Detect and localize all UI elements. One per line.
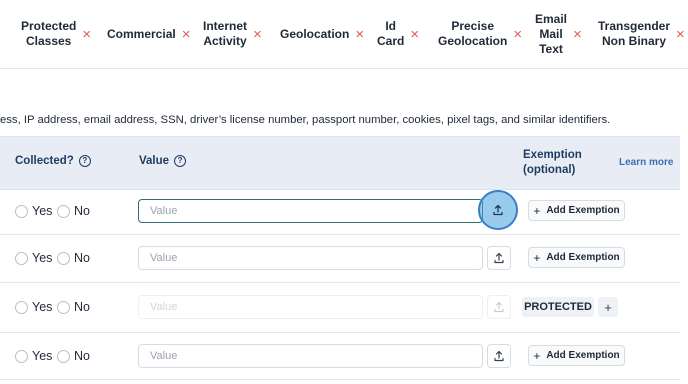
no-radio[interactable] — [57, 205, 70, 218]
no-label: No — [74, 204, 90, 218]
no-radio[interactable] — [57, 252, 70, 265]
collected-header-label: Collected? — [15, 155, 74, 167]
no-label: No — [74, 300, 90, 314]
value-header-label: Value — [139, 155, 170, 167]
tab-id-card[interactable]: Id Card × — [377, 0, 419, 68]
no-label: No — [74, 251, 90, 265]
tab-geolocation[interactable]: Geolocation × — [280, 0, 364, 68]
yes-label: Yes — [32, 300, 53, 314]
upload-button[interactable] — [487, 246, 511, 270]
upload-icon — [494, 350, 504, 362]
add-exemption-label: Add Exemption — [546, 252, 620, 263]
tab-protected-classes[interactable]: Protected Classes × — [21, 0, 91, 68]
value-input[interactable]: Value — [138, 295, 483, 319]
tab-label: Transgender Non Binary — [598, 19, 671, 48]
yes-label: Yes — [32, 251, 53, 265]
tab-label: Geolocation — [280, 26, 350, 41]
upload-button-highlighted[interactable] — [478, 190, 518, 230]
close-icon[interactable]: × — [573, 27, 582, 42]
yes-radio[interactable] — [15, 205, 28, 218]
help-icon[interactable]: ? — [174, 155, 187, 167]
upload-icon — [494, 301, 504, 313]
tab-precise-geolocation[interactable]: Precise Geolocation × — [438, 0, 522, 68]
close-icon[interactable]: × — [182, 27, 191, 42]
tab-label: Id Card — [377, 19, 405, 48]
category-description: ess, IP address, email address, SSN, dri… — [0, 114, 611, 126]
table-row: Yes No Value + Add Exemption — [0, 235, 680, 283]
close-icon[interactable]: × — [676, 27, 685, 42]
close-icon[interactable]: × — [82, 27, 91, 42]
value-input[interactable]: Value — [138, 199, 483, 223]
yes-radio[interactable] — [15, 252, 28, 265]
tab-transgender-non-binary[interactable]: Transgender Non Binary × — [598, 0, 685, 68]
tab-commercial[interactable]: Commercial × — [107, 0, 190, 68]
close-icon[interactable]: × — [410, 27, 419, 42]
tab-email-mail-text[interactable]: Email Mail Text × — [535, 0, 582, 68]
plus-icon: + — [533, 203, 541, 218]
table-row: Yes No Value PROTECTED + — [0, 283, 680, 333]
value-input[interactable]: Value — [138, 344, 483, 368]
yes-label: Yes — [32, 349, 53, 363]
value-header: Value ? — [139, 155, 187, 167]
plus-icon: + — [604, 299, 612, 315]
no-radio[interactable] — [57, 350, 70, 363]
tab-internet-activity[interactable]: Internet Activity × — [203, 0, 262, 68]
protected-badge: PROTECTED — [522, 297, 594, 317]
exemption-header: Exemption (optional) — [523, 149, 582, 176]
table-row: Yes No Value + Add Exemption — [0, 188, 680, 235]
upload-icon — [493, 204, 503, 216]
tab-label: Commercial — [107, 26, 176, 41]
add-exemption-label: Add Exemption — [546, 205, 620, 216]
upload-button[interactable] — [487, 344, 511, 368]
learn-more-link[interactable]: Learn more — [619, 157, 673, 168]
close-icon[interactable]: × — [253, 27, 262, 42]
value-input[interactable]: Value — [138, 246, 483, 270]
upload-icon — [494, 252, 504, 264]
tab-label: Precise Geolocation — [438, 19, 508, 48]
close-icon[interactable]: × — [355, 27, 364, 42]
tab-label: Internet Activity — [203, 19, 248, 48]
plus-icon: + — [533, 348, 541, 363]
add-exemption-button[interactable]: + Add Exemption — [528, 200, 625, 221]
plus-icon: + — [533, 250, 541, 265]
tab-label: Email Mail Text — [535, 11, 568, 56]
yes-radio[interactable] — [15, 350, 28, 363]
help-icon[interactable]: ? — [78, 155, 91, 167]
category-tabs: Protected Classes × Commercial × Interne… — [0, 0, 688, 69]
add-exemption-button[interactable]: + Add Exemption — [528, 247, 625, 268]
close-icon[interactable]: × — [513, 27, 522, 42]
tab-label: Protected Classes — [21, 19, 77, 48]
no-label: No — [74, 349, 90, 363]
add-exemption-button[interactable]: + Add Exemption — [528, 345, 625, 366]
table-header: Collected? ? Value ? Exemption (optional… — [0, 136, 680, 190]
collected-header: Collected? ? — [15, 155, 91, 167]
no-radio[interactable] — [57, 301, 70, 314]
upload-button[interactable] — [487, 295, 511, 319]
add-button[interactable]: + — [598, 297, 618, 317]
add-exemption-label: Add Exemption — [546, 350, 620, 361]
yes-radio[interactable] — [15, 301, 28, 314]
table-row: Yes No Value + Add Exemption — [0, 333, 680, 380]
yes-label: Yes — [32, 204, 53, 218]
